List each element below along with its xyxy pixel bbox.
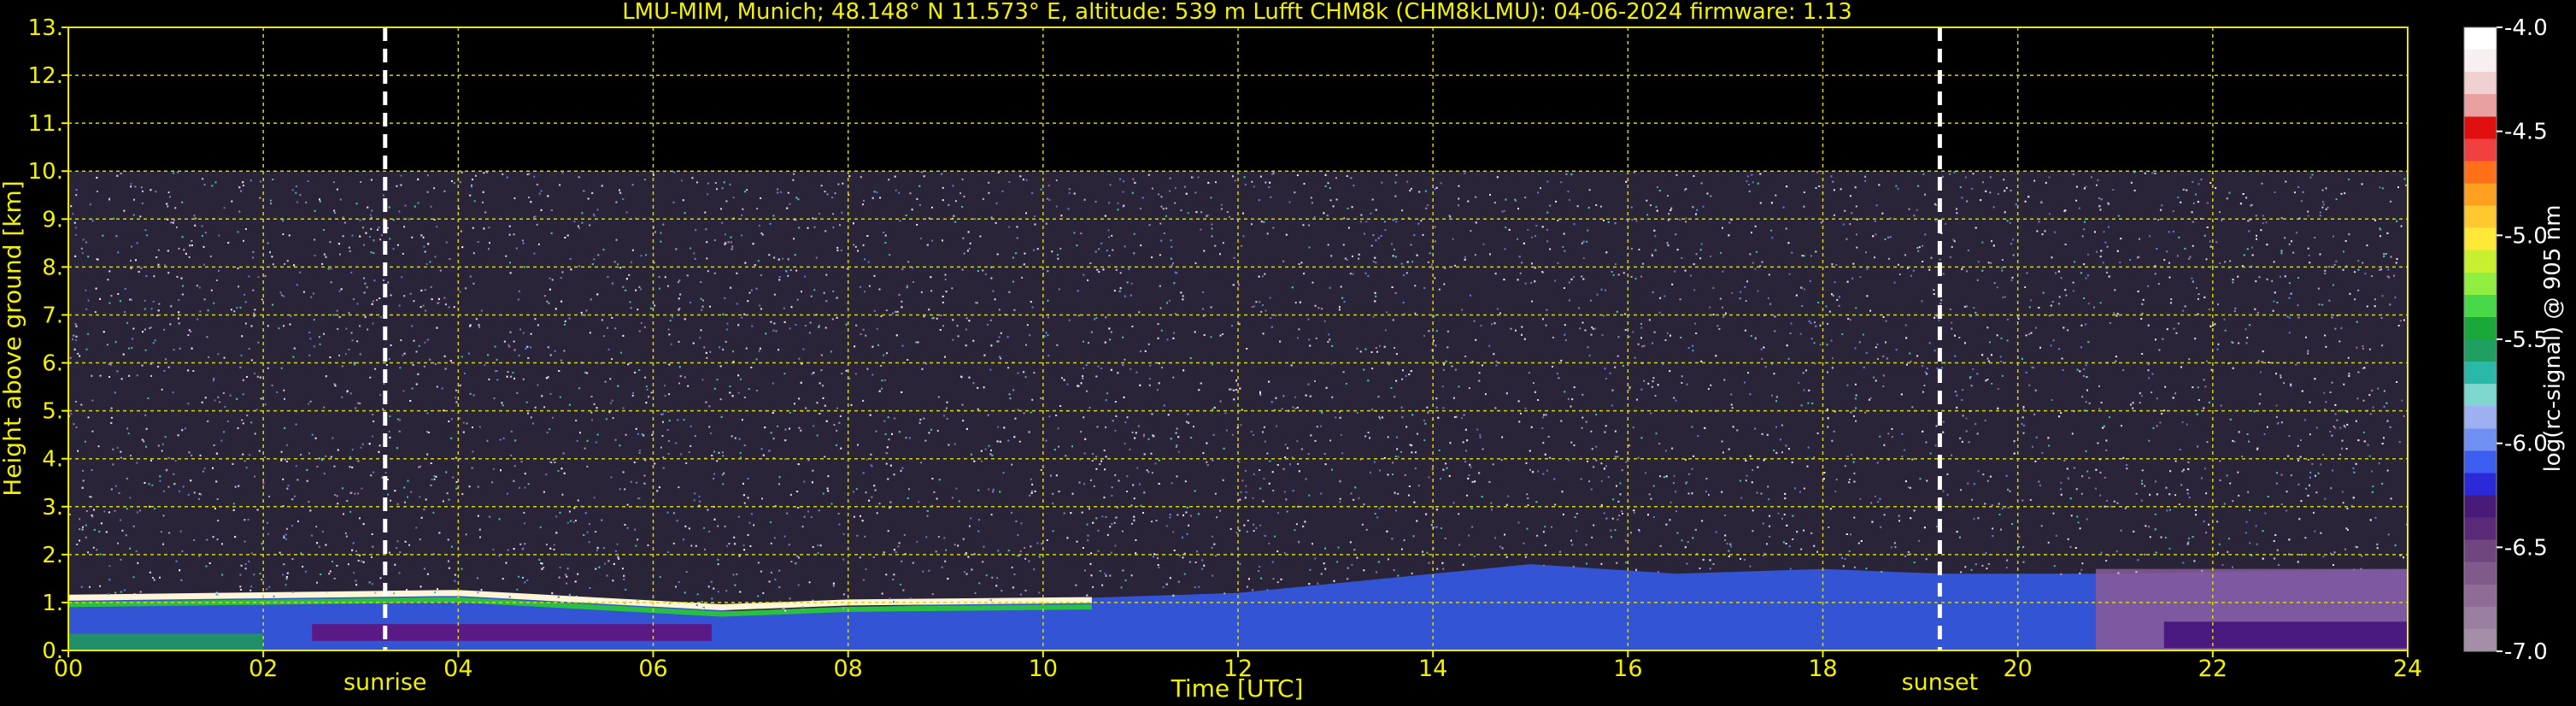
colorbar-tick-label: -7.0 bbox=[2504, 639, 2548, 665]
y-axis-label: Height above ground [km] bbox=[0, 180, 26, 497]
colorbar-label: log(rc-signal) @ 905 nm bbox=[2540, 205, 2566, 473]
y-tick-label: 6. bbox=[42, 351, 63, 377]
y-tick-label: 2. bbox=[42, 543, 63, 568]
annotation-label: sunset bbox=[1902, 669, 1979, 696]
y-tick-label: 12. bbox=[28, 63, 63, 89]
x-tick-label: 02 bbox=[249, 656, 278, 682]
y-tick-label: 5. bbox=[42, 399, 63, 425]
x-axis-label: Time [UTC] bbox=[1171, 674, 1304, 703]
x-tick-label: 24 bbox=[2393, 656, 2422, 682]
near-ground-layer bbox=[68, 633, 264, 650]
y-tick-label: 0. bbox=[42, 638, 63, 664]
annotation-label: sunrise bbox=[343, 669, 427, 696]
ceilometer-chart: sunrise sunset 00 02 04 06 08 10 12 14 16 18 20 22 24… bbox=[0, 0, 2566, 703]
y-tick-label: 4. bbox=[42, 447, 63, 473]
colorbar-tick-label: -6.5 bbox=[2504, 535, 2548, 561]
x-tick-label: 20 bbox=[2003, 656, 2032, 682]
y-tick-label: 11. bbox=[28, 111, 63, 137]
y-tick-label: 13. bbox=[28, 15, 63, 41]
colorbar-tick-label: -4.5 bbox=[2504, 120, 2548, 145]
y-tick-label: 7. bbox=[42, 303, 63, 328]
x-tick-label: 08 bbox=[833, 656, 862, 682]
colorbar-tick-label: -4.0 bbox=[2504, 15, 2548, 41]
colorbar bbox=[2463, 26, 2497, 652]
chart-title: LMU-MIM, Munich; 48.148° N 11.573° E, al… bbox=[622, 0, 1852, 25]
y-tick-label: 9. bbox=[42, 207, 63, 232]
x-tick-label: 14 bbox=[1418, 656, 1447, 682]
x-tick-label: 18 bbox=[1808, 656, 1837, 682]
y-tick-label: 8. bbox=[42, 255, 63, 280]
y-tick-label: 1. bbox=[42, 591, 63, 616]
x-tick-label: 10 bbox=[1029, 656, 1058, 682]
x-tick-label: 04 bbox=[443, 656, 472, 682]
x-tick-label: 16 bbox=[1613, 656, 1642, 682]
aerosol-layer-night bbox=[2163, 621, 2408, 649]
y-tick-label: 3. bbox=[42, 495, 63, 521]
x-tick-label: 22 bbox=[2198, 656, 2227, 682]
y-tick-label: 10. bbox=[28, 159, 63, 185]
aerosol-layer bbox=[312, 624, 712, 641]
x-tick-label: 06 bbox=[638, 656, 667, 682]
